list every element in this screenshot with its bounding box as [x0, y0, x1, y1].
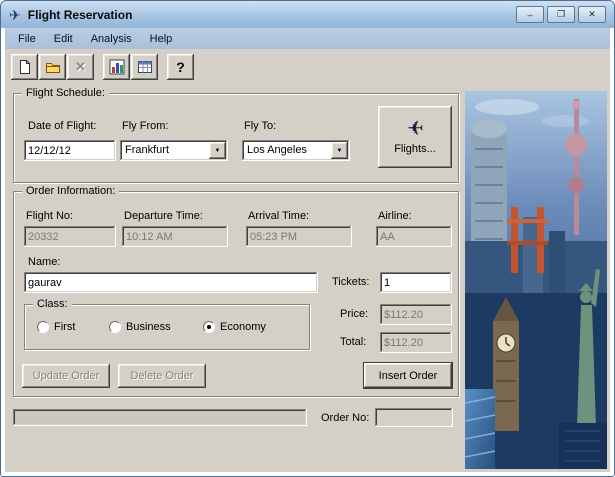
- airline-field: [376, 226, 452, 247]
- order-information-group: Order Information: Flight No: Departure …: [13, 185, 459, 397]
- flights-button[interactable]: ✈ Flights...: [378, 106, 452, 168]
- price-label: Price:: [340, 308, 369, 320]
- total-field: [380, 332, 452, 353]
- open-folder-icon: [45, 63, 60, 73]
- price-field: [380, 304, 452, 325]
- reports-button[interactable]: [131, 54, 158, 80]
- progress-bar: [13, 409, 307, 426]
- tickets-label: Tickets:: [332, 276, 370, 288]
- class-group-label: Class:: [33, 298, 72, 310]
- close-button[interactable]: ✕: [578, 6, 606, 23]
- fly-from-combobox[interactable]: Frankfurt ▼: [120, 140, 228, 161]
- window-controls: – ❐ ✕: [516, 6, 606, 23]
- class-first-label: First: [54, 321, 76, 333]
- menubar: File Edit Analysis Help: [5, 28, 610, 49]
- flight-no-label: Flight No:: [26, 210, 74, 222]
- order-no-label: Order No:: [321, 412, 370, 424]
- new-order-button[interactable]: [11, 54, 38, 80]
- airplane-app-icon: ✈: [9, 6, 21, 23]
- titlebar: ✈ Flight Reservation – ❐ ✕: [1, 1, 614, 28]
- bar-chart-icon: [109, 59, 124, 75]
- flight-schedule-group: Flight Schedule: Date of Flight: Fly Fro…: [13, 87, 459, 183]
- fly-from-label: Fly From:: [122, 120, 169, 132]
- graphs-button[interactable]: [103, 54, 130, 80]
- arrival-time-label: Arrival Time:: [248, 210, 310, 222]
- insert-order-button[interactable]: Insert Order: [364, 363, 452, 388]
- arrival-time-field: [246, 226, 352, 247]
- flights-button-label: Flights...: [394, 143, 436, 155]
- class-business-label: Business: [126, 321, 171, 333]
- tickets-input[interactable]: [380, 272, 452, 293]
- delete-x-icon: ✕: [75, 59, 86, 74]
- name-input[interactable]: [24, 272, 318, 293]
- class-economy-label: Economy: [220, 321, 266, 333]
- window-title: Flight Reservation: [27, 7, 133, 22]
- class-radio-first[interactable]: First: [37, 321, 75, 333]
- destinations-collage-image: [465, 91, 607, 469]
- update-order-button[interactable]: Update Order: [22, 364, 110, 388]
- order-information-group-label: Order Information:: [22, 185, 120, 197]
- maximize-button[interactable]: ❐: [547, 6, 575, 23]
- departure-time-field: [122, 226, 228, 247]
- class-radio-business[interactable]: Business: [109, 321, 171, 333]
- delete-order-toolbar-button[interactable]: ✕: [67, 54, 94, 80]
- menu-analysis[interactable]: Analysis: [82, 30, 141, 48]
- menu-edit[interactable]: Edit: [45, 30, 82, 48]
- departure-time-label: Departure Time:: [124, 210, 203, 222]
- menu-file[interactable]: File: [9, 30, 45, 48]
- report-table-icon: [137, 61, 152, 73]
- class-group: Class: First Business Economy: [24, 298, 310, 350]
- fly-to-label: Fly To:: [244, 120, 277, 132]
- help-icon: ?: [176, 59, 185, 75]
- class-radio-economy[interactable]: Economy: [203, 321, 266, 333]
- fly-from-dropdown-arrow-icon[interactable]: ▼: [209, 142, 226, 159]
- help-button[interactable]: ?: [167, 54, 194, 80]
- fly-to-value: Los Angeles: [247, 144, 307, 156]
- flight-schedule-group-label: Flight Schedule:: [22, 87, 109, 99]
- name-label: Name:: [28, 256, 61, 268]
- flight-no-field: [24, 226, 116, 247]
- client-area: ✕ ? Flight Schedule: Date of Flight: 12/…: [5, 49, 610, 472]
- date-of-flight-input[interactable]: [24, 140, 116, 161]
- minimize-button[interactable]: –: [516, 6, 544, 23]
- fly-from-value: Frankfurt: [125, 144, 170, 156]
- date-of-flight-label: Date of Flight:: [28, 120, 97, 132]
- radio-button-icon: [109, 321, 121, 333]
- flight-reservation-window: ✈ Flight Reservation – ❐ ✕ File Edit Ana…: [0, 0, 615, 477]
- radio-button-icon: [37, 321, 49, 333]
- fly-to-combobox[interactable]: Los Angeles ▼: [242, 140, 350, 161]
- airline-label: Airline:: [378, 210, 412, 222]
- flights-airplane-icon: ✈: [406, 118, 424, 140]
- order-no-field: [375, 408, 453, 427]
- city-collage-graphic: [465, 91, 607, 469]
- delete-order-button[interactable]: Delete Order: [118, 364, 206, 388]
- new-document-icon: [19, 60, 30, 74]
- radio-button-icon: [203, 321, 215, 333]
- open-order-button[interactable]: [39, 54, 66, 80]
- menu-help[interactable]: Help: [141, 30, 182, 48]
- fly-to-dropdown-arrow-icon[interactable]: ▼: [331, 142, 348, 159]
- total-label: Total:: [340, 336, 367, 348]
